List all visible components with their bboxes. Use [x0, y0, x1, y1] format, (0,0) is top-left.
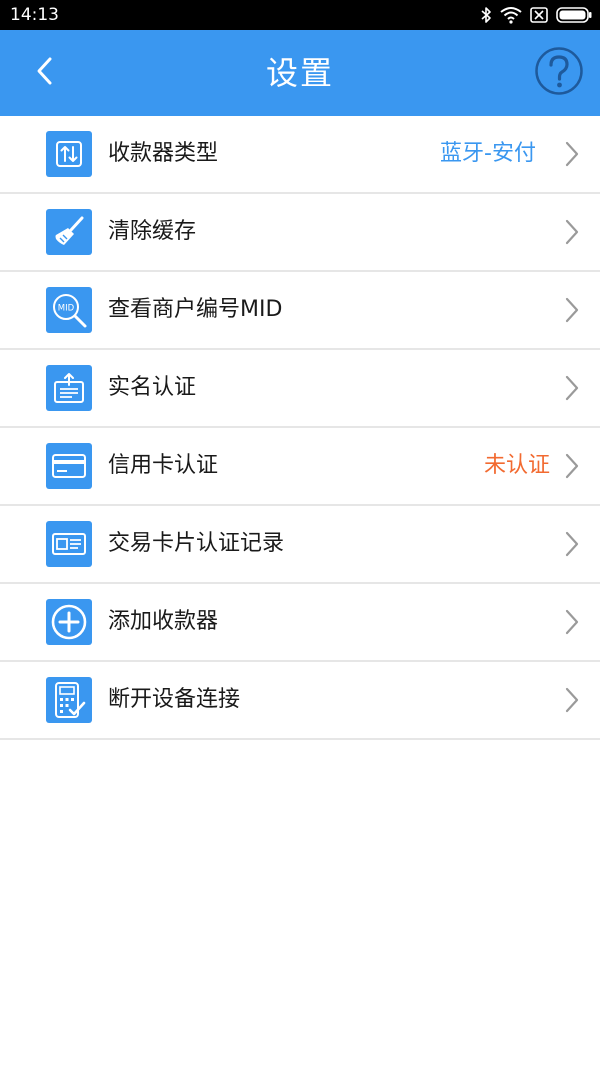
setting-row-real-name-auth[interactable]: 实名认证	[0, 350, 600, 428]
transfer-arrows-icon	[54, 139, 84, 169]
setting-row-clear-cache[interactable]: 清除缓存	[0, 194, 600, 272]
row-icon-bg	[46, 677, 92, 723]
chevron-right-icon	[562, 530, 582, 558]
row-label: 断开设备连接	[108, 687, 241, 712]
chevron-right-icon	[562, 686, 582, 714]
id-card-icon	[51, 529, 87, 559]
chevron-left-icon	[35, 56, 53, 90]
row-label: 查看商户编号MID	[108, 297, 283, 322]
row-value-auth-status: 未认证	[483, 453, 550, 478]
page-title: 设置	[265, 54, 334, 92]
settings-list: 收款器类型 蓝牙-安付 清除缓存 MID 查看商户编号MID 实名认证 信用卡认…	[0, 116, 600, 740]
wifi-icon	[500, 6, 522, 24]
setting-row-view-mid[interactable]: MID 查看商户编号MID	[0, 272, 600, 350]
row-label: 收款器类型	[108, 141, 219, 166]
status-bar: 14:13	[0, 0, 600, 30]
back-button[interactable]	[22, 50, 66, 96]
app-header: 设置	[0, 30, 600, 116]
setting-row-receiver-type[interactable]: 收款器类型 蓝牙-安付	[0, 116, 600, 194]
row-icon-bg	[46, 443, 92, 489]
sim-blocked-icon	[530, 7, 548, 23]
mid-search-icon: MID	[49, 290, 89, 330]
svg-text:MID: MID	[58, 304, 75, 314]
chevron-right-icon	[562, 452, 582, 480]
row-label: 交易卡片认证记录	[108, 531, 285, 556]
chevron-right-icon	[562, 608, 582, 636]
status-time: 14:13	[10, 5, 59, 25]
help-button[interactable]	[534, 46, 584, 96]
row-value-receiver-type: 蓝牙-安付	[440, 141, 536, 166]
row-icon-bg	[46, 521, 92, 567]
row-icon-bg	[46, 131, 92, 177]
chevron-right-icon	[562, 374, 582, 402]
credit-card-icon	[51, 451, 87, 481]
bluetooth-icon	[480, 6, 492, 24]
battery-icon	[556, 7, 592, 23]
question-circle-icon	[534, 47, 584, 100]
status-icons	[480, 5, 592, 25]
id-upload-icon	[52, 371, 86, 405]
row-label: 添加收款器	[108, 609, 219, 634]
plus-circle-icon	[49, 602, 89, 642]
settings-screen: 14:13 设置 收款器类型 蓝牙-安付 清除缓存 MID 查看商户编号MID …	[0, 0, 600, 1067]
row-icon-bg	[46, 599, 92, 645]
row-icon-bg	[46, 209, 92, 255]
chevron-right-icon	[562, 218, 582, 246]
row-label: 实名认证	[108, 375, 197, 400]
setting-row-credit-card-auth[interactable]: 信用卡认证 未认证	[0, 428, 600, 506]
chevron-right-icon	[562, 296, 582, 324]
row-label: 清除缓存	[108, 219, 197, 244]
setting-row-card-auth-records[interactable]: 交易卡片认证记录	[0, 506, 600, 584]
chevron-right-icon	[562, 140, 582, 168]
setting-row-disconnect-device[interactable]: 断开设备连接	[0, 662, 600, 740]
row-label: 信用卡认证	[108, 453, 219, 478]
row-icon-bg	[46, 365, 92, 411]
pos-device-icon	[52, 681, 86, 719]
row-icon-bg: MID	[46, 287, 92, 333]
setting-row-add-receiver[interactable]: 添加收款器	[0, 584, 600, 662]
broom-icon	[52, 215, 86, 249]
